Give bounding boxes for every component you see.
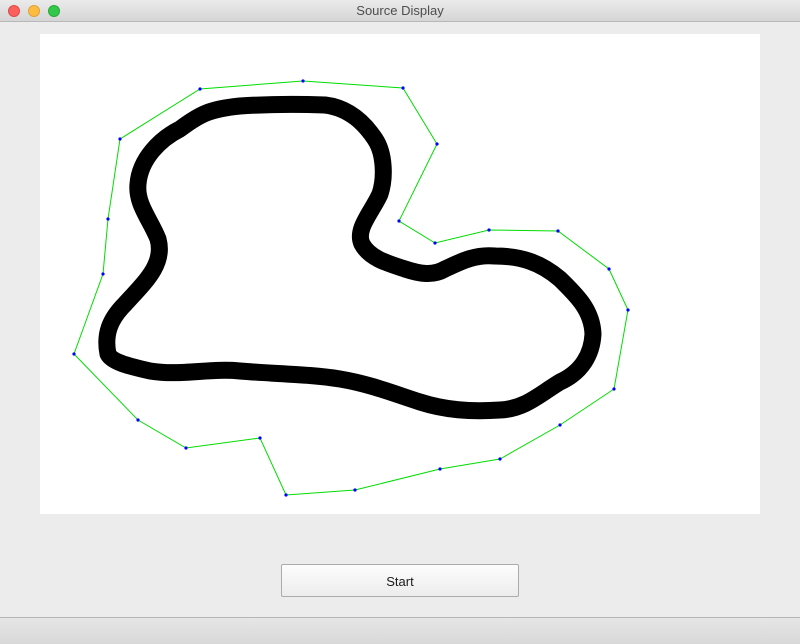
- bottom-bar: [0, 618, 800, 644]
- control-vertex: [401, 86, 405, 90]
- control-vertex: [106, 217, 110, 221]
- control-vertex: [353, 488, 357, 492]
- control-vertex: [438, 467, 442, 471]
- control-vertex: [626, 308, 630, 312]
- title-bar[interactable]: Source Display: [0, 0, 800, 22]
- control-vertex: [433, 241, 437, 245]
- control-vertex: [198, 87, 202, 91]
- control-vertex: [72, 352, 76, 356]
- control-vertex: [435, 142, 439, 146]
- control-vertex: [397, 219, 401, 223]
- start-button[interactable]: Start: [281, 564, 519, 597]
- drawing-surface: [72, 79, 630, 497]
- source-display-canvas[interactable]: [40, 34, 760, 514]
- control-vertex: [612, 387, 616, 391]
- app-window: Source Display Start: [0, 0, 800, 644]
- control-vertex: [284, 493, 288, 497]
- window-title: Source Display: [356, 3, 444, 18]
- control-vertex: [498, 457, 502, 461]
- control-vertex: [101, 272, 105, 276]
- control-vertex: [258, 436, 262, 440]
- control-vertex: [301, 79, 305, 83]
- control-vertex: [556, 229, 560, 233]
- control-vertex: [184, 446, 188, 450]
- control-vertex: [118, 137, 122, 141]
- closed-curve-track: [98, 95, 602, 420]
- control-vertex: [558, 423, 562, 427]
- control-vertex: [136, 418, 140, 422]
- control-vertex: [487, 228, 491, 232]
- control-vertex: [607, 267, 611, 271]
